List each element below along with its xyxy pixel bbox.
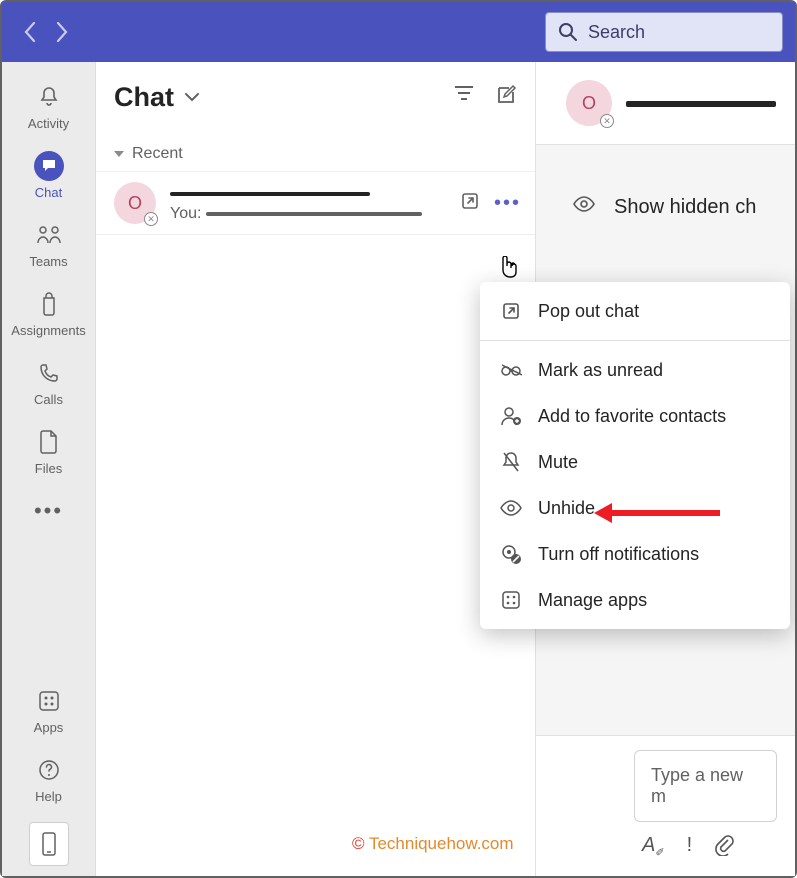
bell-off-icon xyxy=(500,451,522,473)
menu-add-favorite[interactable]: Add to favorite contacts xyxy=(480,393,790,439)
menu-popout-chat[interactable]: Pop out chat xyxy=(480,288,790,334)
show-hidden-banner[interactable]: Show hidden ch xyxy=(572,195,795,219)
person-add-icon xyxy=(500,405,522,427)
avatar: O ✕ xyxy=(566,80,612,126)
menu-manage-apps[interactable]: Manage apps xyxy=(480,577,790,623)
menu-divider xyxy=(480,340,790,341)
titlebar: Search xyxy=(2,2,795,62)
help-icon xyxy=(37,755,61,785)
eye-icon xyxy=(572,195,596,219)
teams-icon xyxy=(35,220,63,250)
avatar: O ✕ xyxy=(114,182,156,224)
apps-icon xyxy=(500,589,522,611)
chatlist-header: Chat xyxy=(96,62,535,137)
rail-calls[interactable]: Calls xyxy=(2,348,95,417)
presence-offline-icon: ✕ xyxy=(600,114,614,128)
rail-device-button[interactable] xyxy=(29,822,69,866)
attach-icon[interactable] xyxy=(714,834,734,862)
section-label-text: Recent xyxy=(132,145,183,163)
menu-label: Unhide xyxy=(538,498,595,519)
annotation-arrow xyxy=(610,510,720,516)
chat-item-preview: You: xyxy=(170,205,460,223)
menu-turn-off-notifications[interactable]: Turn off notifications xyxy=(480,531,790,577)
compose-icon[interactable] xyxy=(495,84,517,111)
app-rail: Activity Chat Teams Assignments Calls xyxy=(2,62,96,876)
calls-icon xyxy=(38,358,60,388)
rail-label: Apps xyxy=(34,720,64,735)
rail-help[interactable]: Help xyxy=(2,745,95,814)
search-icon xyxy=(558,22,578,42)
phone-icon xyxy=(41,831,57,857)
priority-icon[interactable]: ! xyxy=(687,834,693,862)
menu-label: Pop out chat xyxy=(538,301,639,322)
rail-label: Chat xyxy=(35,185,62,200)
menu-label: Mark as unread xyxy=(538,360,663,381)
chat-icon xyxy=(34,151,64,181)
avatar-initial: O xyxy=(582,93,596,114)
avatar-initial: O xyxy=(128,193,142,214)
assignments-icon xyxy=(38,289,60,319)
rail-label: Assignments xyxy=(11,323,85,338)
rail-label: Files xyxy=(35,461,62,476)
compose-area: Type a new m A✐ ! xyxy=(536,735,795,876)
menu-label: Add to favorite contacts xyxy=(538,406,726,427)
watermark: © Techniquehow.com xyxy=(352,834,514,854)
glasses-icon xyxy=(500,359,522,381)
watermark-site: Techniquehow.com xyxy=(369,834,514,853)
conversation-header: O ✕ xyxy=(536,62,795,145)
chatlist-title: Chat xyxy=(114,82,174,113)
filter-icon[interactable] xyxy=(453,84,475,111)
message-placeholder: Type a new m xyxy=(651,765,743,806)
gear-off-icon xyxy=(500,543,522,565)
triangle-down-icon xyxy=(114,151,124,157)
rail-teams[interactable]: Teams xyxy=(2,210,95,279)
menu-unhide[interactable]: Unhide xyxy=(480,485,790,531)
apps-icon xyxy=(37,686,61,716)
rail-files[interactable]: Files xyxy=(2,417,95,486)
more-options-button[interactable]: ••• xyxy=(494,192,521,215)
section-recent[interactable]: Recent xyxy=(96,137,535,171)
rail-more[interactable]: ••• xyxy=(34,486,63,536)
menu-mark-unread[interactable]: Mark as unread xyxy=(480,347,790,393)
rail-apps[interactable]: Apps xyxy=(2,676,95,745)
show-hidden-label: Show hidden ch xyxy=(614,196,756,219)
rail-label: Calls xyxy=(34,392,63,407)
conversation-title xyxy=(626,90,776,116)
rail-chat[interactable]: Chat xyxy=(2,141,95,210)
chevron-down-icon[interactable] xyxy=(184,89,200,107)
bell-icon xyxy=(37,82,61,112)
menu-label: Turn off notifications xyxy=(538,544,699,565)
rail-assignments[interactable]: Assignments xyxy=(2,279,95,348)
menu-label: Manage apps xyxy=(538,590,647,611)
popout-icon xyxy=(500,300,522,322)
files-icon xyxy=(39,427,59,457)
presence-offline-icon: ✕ xyxy=(144,212,158,226)
menu-label: Mute xyxy=(538,452,578,473)
format-icon[interactable]: A✐ xyxy=(642,834,665,862)
menu-mute[interactable]: Mute xyxy=(480,439,790,485)
search-input[interactable]: Search xyxy=(545,12,783,52)
nav-back-button[interactable] xyxy=(14,16,46,48)
chat-item-name xyxy=(170,183,460,203)
message-input[interactable]: Type a new m xyxy=(634,750,777,822)
search-placeholder: Search xyxy=(588,22,645,43)
rail-label: Teams xyxy=(29,254,67,269)
eye-icon xyxy=(500,497,522,519)
chat-list-panel: Chat Recent O ✕ xyxy=(96,62,536,876)
watermark-copyright: © xyxy=(352,834,369,853)
chat-context-menu: Pop out chat Mark as unread Add to favor… xyxy=(480,282,790,629)
nav-forward-button[interactable] xyxy=(46,16,78,48)
rail-label: Help xyxy=(35,789,62,804)
popout-icon[interactable] xyxy=(460,191,480,216)
rail-label: Activity xyxy=(28,116,69,131)
rail-activity[interactable]: Activity xyxy=(2,72,95,141)
chat-list-item[interactable]: O ✕ You: ••• xyxy=(96,171,535,235)
